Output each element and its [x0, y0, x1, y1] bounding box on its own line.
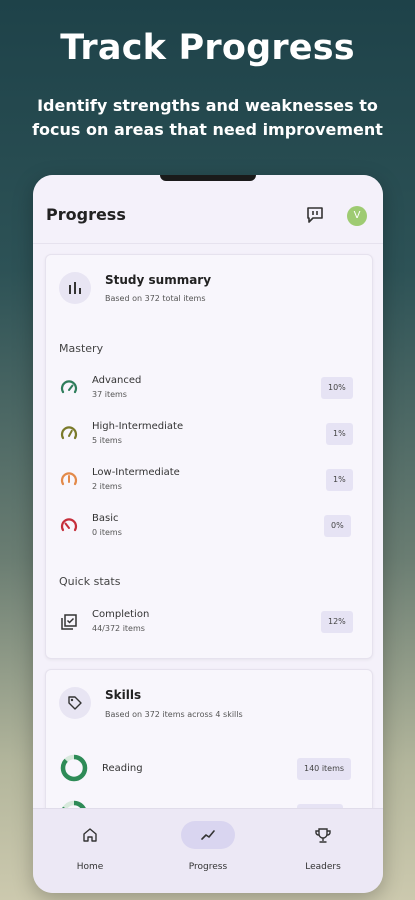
phone-notch [160, 175, 256, 181]
mastery-count-basic: 0 items [92, 528, 122, 537]
skills-card: Skills Based on 372 items across 4 skill… [45, 669, 373, 808]
tag-icon [59, 687, 91, 719]
quick-stats-label: Quick stats [59, 575, 121, 588]
page-title: Progress [46, 205, 126, 224]
skill-label-reading: Reading [102, 763, 143, 774]
donut-progress-icon [60, 800, 88, 808]
feedback-icon[interactable] [306, 206, 324, 224]
content-scroll[interactable]: Study summary Based on 372 total items M… [33, 244, 383, 808]
mastery-percent-basic: 0% [324, 515, 351, 537]
mastery-count-advanced: 37 items [92, 390, 127, 399]
nav-leaders-label: Leaders [305, 862, 341, 872]
donut-progress-icon [60, 754, 88, 782]
skills-subtitle: Based on 372 items across 4 skills [105, 710, 243, 719]
completion-label: Completion [92, 609, 150, 620]
mastery-label: Mastery [59, 342, 104, 355]
nav-home-label: Home [76, 862, 104, 872]
nav-home[interactable]: Home [57, 821, 127, 872]
nav-progress-label: Progress [188, 862, 228, 872]
skill-count-reading: 140 items [297, 758, 352, 780]
mastery-label-basic: Basic [92, 513, 119, 524]
checklist-icon [60, 613, 78, 631]
mastery-percent-low-intermediate: 1% [326, 469, 353, 491]
nav-progress[interactable]: Progress [175, 821, 245, 872]
list-item: Completion 44/372 items 12% [46, 607, 372, 639]
mastery-percent-high-intermediate: 1% [326, 423, 353, 445]
mastery-label-low-intermediate: Low-Intermediate [92, 467, 180, 478]
gauge-advanced-icon [60, 379, 78, 397]
mastery-count-low-intermediate: 2 items [92, 482, 122, 491]
hero-title: Track Progress [60, 28, 355, 68]
hero-subtitle: Identify strengths and weaknesses to foc… [32, 96, 383, 139]
skills-title: Skills [105, 688, 142, 702]
phone-frame: Progress V Study summary Based on 372 to… [33, 175, 383, 893]
gauge-high-intermediate-icon [60, 425, 78, 443]
avatar[interactable]: V [347, 206, 367, 226]
completion-count: 44/372 items [92, 624, 145, 633]
gauge-low-intermediate-icon [60, 471, 78, 489]
trophy-icon [315, 828, 331, 843]
app-bar: Progress V [33, 175, 383, 244]
study-summary-card: Study summary Based on 372 total items M… [45, 254, 373, 659]
study-summary-subtitle: Based on 372 total items [105, 294, 206, 303]
study-summary-title: Study summary [105, 273, 212, 287]
completion-percent: 12% [321, 611, 353, 633]
mastery-label-advanced: Advanced [92, 375, 142, 386]
list-item[interactable]: Reading 140 items [46, 752, 372, 788]
list-item: Advanced 37 items 10% [46, 373, 372, 405]
list-item[interactable] [46, 798, 372, 808]
gauge-basic-icon [60, 517, 78, 535]
home-icon [83, 828, 97, 842]
mastery-label-high-intermediate: High-Intermediate [92, 421, 184, 432]
list-item: Low-Intermediate 2 items 1% [46, 465, 372, 497]
mastery-percent-advanced: 10% [321, 377, 353, 399]
mastery-count-high-intermediate: 5 items [92, 436, 122, 445]
bottom-nav: Home Progress Leaders [33, 808, 383, 893]
bar-chart-icon [59, 272, 91, 304]
list-item: Basic 0 items 0% [46, 511, 372, 543]
list-item: High-Intermediate 5 items 1% [46, 419, 372, 451]
nav-leaders[interactable]: Leaders [290, 821, 360, 872]
trend-icon [201, 830, 215, 840]
